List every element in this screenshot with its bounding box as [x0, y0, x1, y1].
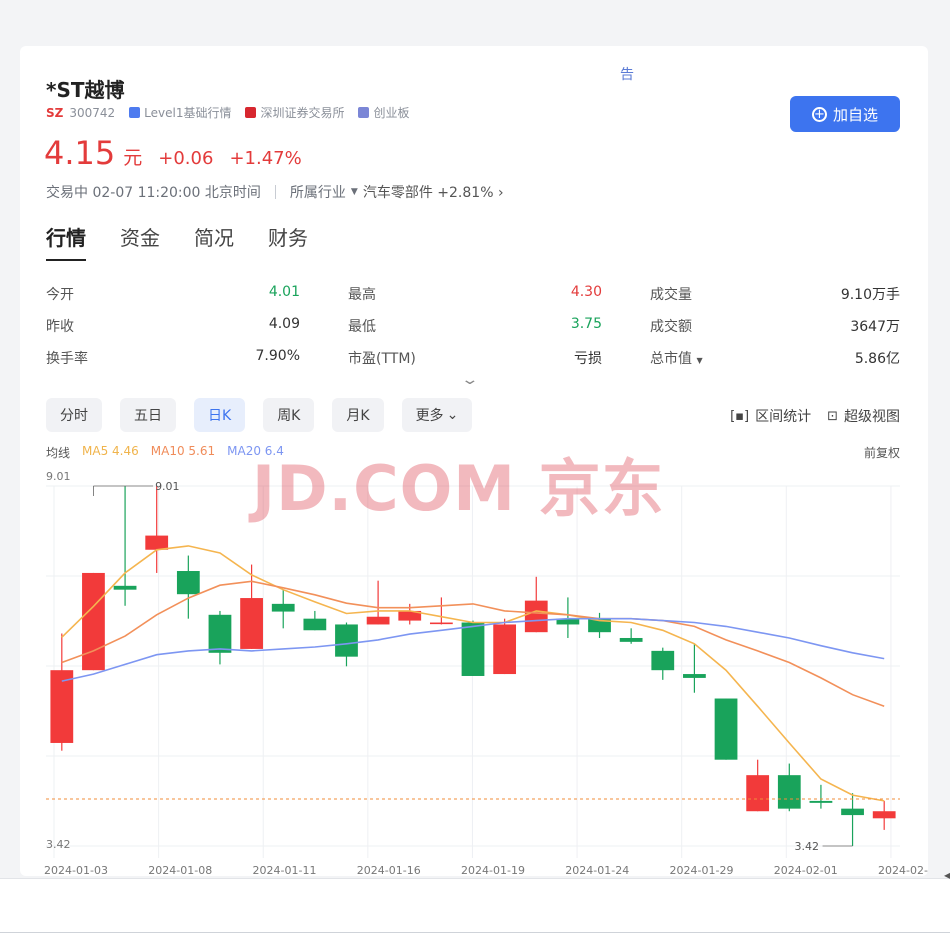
candle-body [493, 624, 517, 675]
max-label: 9.01 [155, 480, 180, 493]
x-tick-label: 2024-01-08 [148, 864, 212, 876]
x-tick-label: 2024-02-06 [878, 864, 928, 876]
candle-body [240, 598, 263, 649]
candle-body [461, 622, 485, 676]
x-tick-label: 2024-01-11 [253, 864, 317, 876]
candle-body [651, 650, 675, 671]
candle-body [524, 600, 548, 633]
candle-body [145, 535, 169, 550]
x-tick-label: 2024-01-16 [357, 864, 421, 876]
y-tick-min: 3.42 [46, 838, 71, 851]
candle-body [619, 637, 643, 642]
candle-body [335, 624, 358, 657]
candle-body [82, 572, 105, 671]
min-label: 3.42 [795, 840, 820, 853]
candle-body [303, 618, 327, 631]
candle-body [176, 571, 200, 595]
candle-body [683, 674, 706, 678]
x-tick-label: 2024-01-19 [461, 864, 525, 876]
candle-body [872, 811, 896, 819]
bottom-bar [0, 878, 950, 951]
x-tick-label: 2024-01-29 [670, 864, 734, 876]
candle-body [714, 698, 738, 760]
candle-body [271, 603, 295, 612]
candle-body [746, 775, 770, 812]
candle-body [113, 585, 137, 590]
y-tick-max: 9.01 [46, 470, 71, 483]
candle-body [208, 614, 232, 653]
candle-body [809, 800, 833, 803]
x-tick-label: 2024-01-03 [44, 864, 108, 876]
candle-body [366, 616, 390, 625]
stock-card: 告 *ST越博 SZ 300742 Level1基础行情 深圳证券交易所 创业板… [20, 46, 928, 876]
kline-chart[interactable]: 9.01 3.42 9.01 3.42 2024-01-03 2024-01-08 2024… [20, 46, 928, 876]
candle-body [777, 775, 801, 809]
x-tick-label: 2024-01-24 [565, 864, 629, 876]
candle-body [429, 622, 453, 625]
x-tick-label: 2024-02-01 [774, 864, 838, 876]
scroll-arrow-icon[interactable]: ◂ [944, 868, 950, 882]
candle-body [841, 808, 864, 816]
divider [0, 932, 950, 933]
